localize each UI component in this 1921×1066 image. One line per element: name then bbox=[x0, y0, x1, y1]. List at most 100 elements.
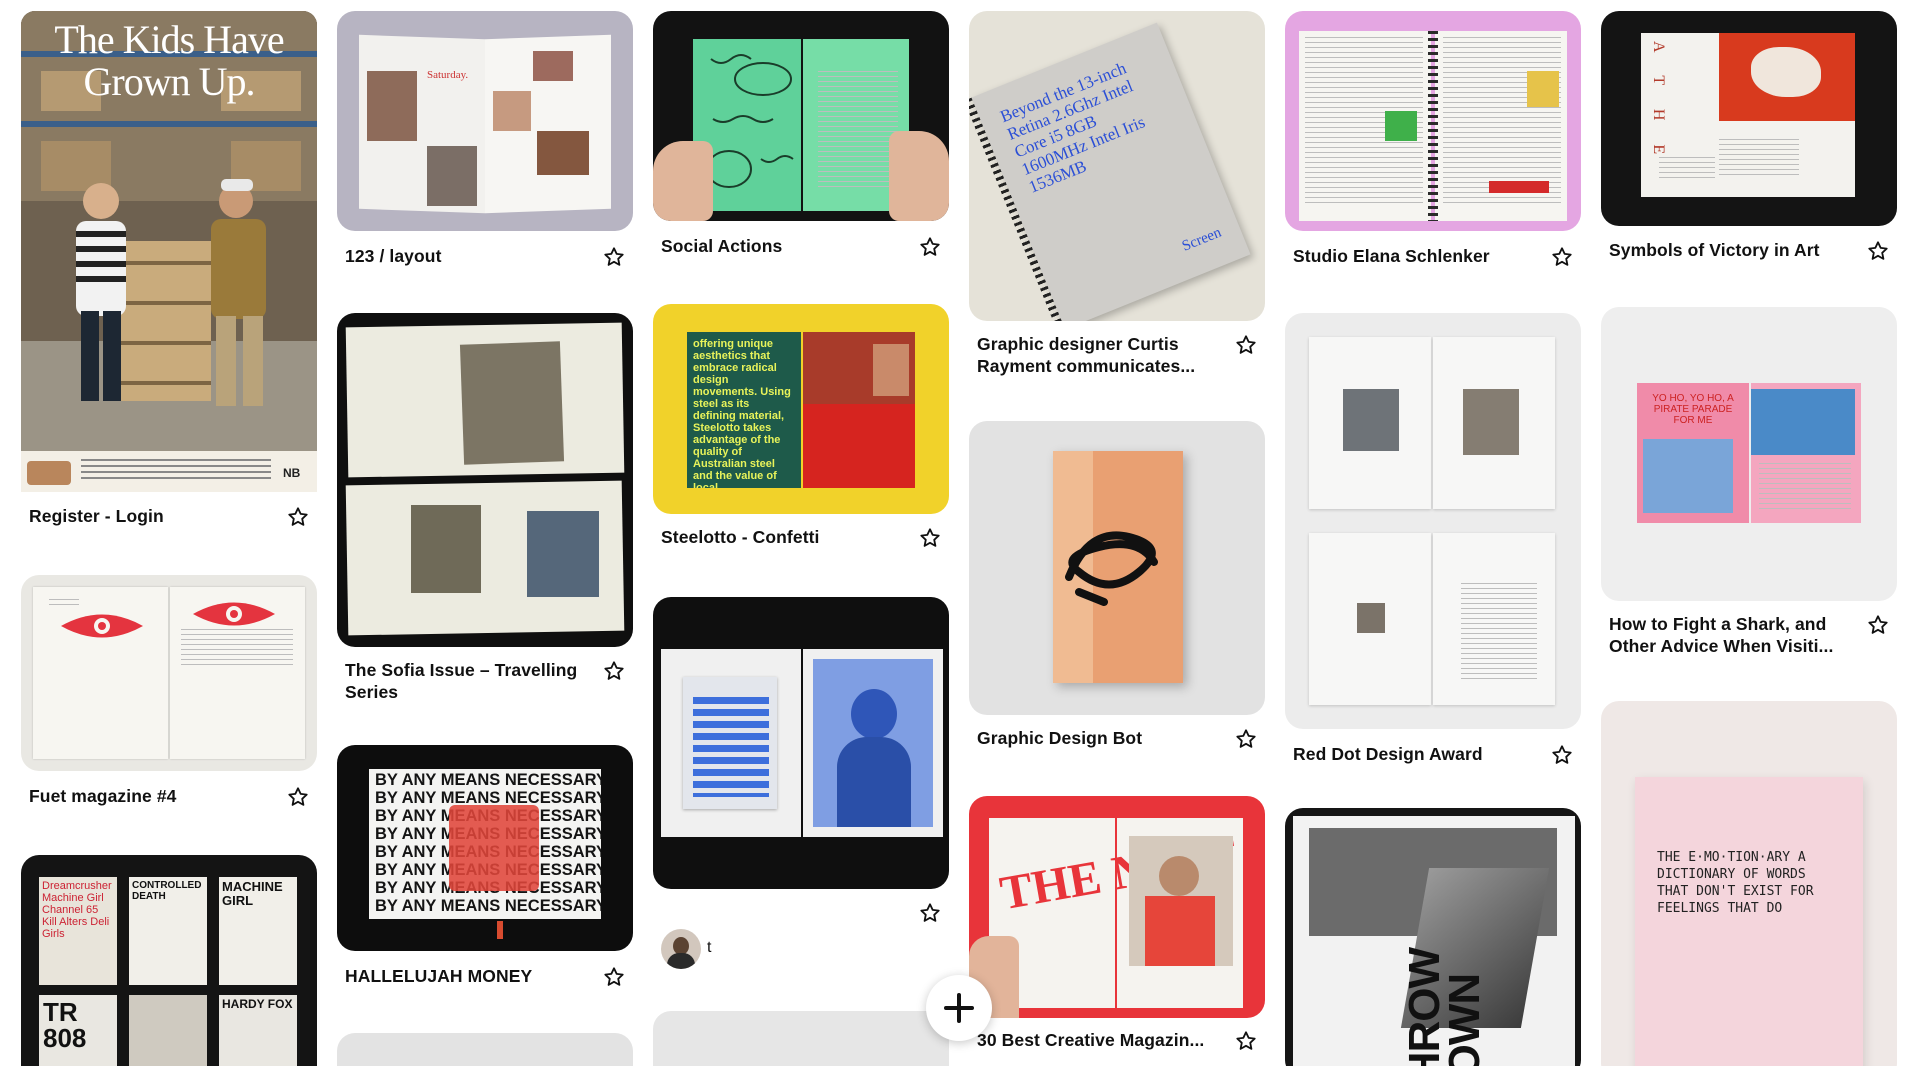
pin-title: The Sofia Issue – Travelling Series bbox=[345, 660, 578, 702]
cover-title: THE E·MO·TION·ARY A DICTIONARY OF WORDS … bbox=[1657, 850, 1814, 916]
star-icon[interactable] bbox=[917, 900, 943, 926]
body-text-block bbox=[1719, 139, 1799, 179]
pin-image[interactable] bbox=[653, 597, 949, 889]
hand bbox=[889, 131, 949, 221]
pin-image[interactable]: THROW DOWN bbox=[1285, 808, 1581, 1066]
star-icon[interactable] bbox=[285, 504, 311, 530]
photo bbox=[533, 51, 573, 81]
pin-title: 30 Best Creative Magazin... bbox=[977, 1030, 1205, 1050]
star-icon[interactable] bbox=[601, 964, 627, 990]
spread-text: YO HO, YO HO, A PIRATE PARADE FOR ME bbox=[1652, 393, 1734, 426]
portrait-head bbox=[1159, 856, 1199, 896]
svg-text:NB: NB bbox=[283, 466, 301, 480]
blue-redactions bbox=[693, 697, 769, 797]
star-icon[interactable] bbox=[917, 234, 943, 260]
body-text-block bbox=[181, 629, 293, 669]
pin-title: 123 / layout bbox=[345, 246, 442, 266]
cover-label: Screen bbox=[1179, 224, 1224, 255]
pin-title: HALLELUJAH MONEY bbox=[345, 966, 533, 986]
scribble-graphic bbox=[1065, 531, 1158, 606]
vertical-letters: A T H E bbox=[1650, 41, 1667, 165]
body-text-block bbox=[1461, 583, 1537, 683]
poster-thumbnail: Dreamcrusher Machine Girl Channel 65 Kil… bbox=[39, 877, 117, 985]
poster-thumbnail: HARDY FOX bbox=[219, 995, 297, 1066]
child-head bbox=[851, 689, 897, 739]
photo bbox=[427, 146, 477, 206]
pin-image[interactable] bbox=[653, 11, 949, 221]
pin-title: Social Actions bbox=[661, 236, 783, 256]
add-pin-button[interactable] bbox=[926, 975, 992, 1041]
photo bbox=[493, 91, 531, 131]
poster-thumbnail: MACHINE GIRL bbox=[219, 877, 297, 985]
spiral-binding bbox=[1428, 31, 1438, 221]
pin-image[interactable]: THE NEST bbox=[969, 796, 1265, 1018]
street-photo bbox=[411, 505, 481, 593]
pin-title: Studio Elana Schlenker bbox=[1293, 246, 1490, 266]
eye-graphic bbox=[61, 614, 143, 638]
poster-thumbnail: TR 808 bbox=[39, 995, 117, 1066]
star-icon[interactable] bbox=[1233, 1028, 1259, 1054]
illustration bbox=[1385, 111, 1417, 141]
ship-illustration bbox=[1751, 389, 1855, 455]
book-cover bbox=[1635, 777, 1863, 1066]
pin-image[interactable] bbox=[337, 1033, 633, 1066]
eye-graphic bbox=[193, 602, 275, 626]
photo bbox=[537, 131, 589, 175]
bookmark-ribbon bbox=[497, 921, 503, 939]
poster-thumbnail: CONTROLLED DEATH bbox=[129, 877, 207, 985]
pin-image[interactable]: Dreamcrusher Machine Girl Channel 65 Kil… bbox=[21, 855, 317, 1066]
pin-image[interactable]: offering unique aesthetics that embrace … bbox=[653, 304, 949, 514]
star-icon[interactable] bbox=[1549, 244, 1575, 270]
highlight bbox=[1489, 181, 1549, 193]
pin-title: Graphic Design Bot bbox=[977, 728, 1143, 748]
spread-title: Saturday. bbox=[427, 69, 469, 81]
handwriting bbox=[706, 54, 794, 188]
pin-image[interactable] bbox=[1285, 313, 1581, 729]
illustration bbox=[1643, 439, 1733, 513]
repeated-line: BY ANY MEANS NECESSARY bbox=[375, 771, 601, 789]
star-icon[interactable] bbox=[1233, 332, 1259, 358]
pin-title: Fuet magazine #4 bbox=[29, 786, 177, 806]
star-icon[interactable] bbox=[601, 244, 627, 270]
body-text-block bbox=[1659, 157, 1715, 179]
pin-image[interactable]: BY ANY MEANS NECESSARY BY ANY MEANS NECE… bbox=[337, 745, 633, 951]
pin-board: NB The Kids Have Grown Up. Register - Lo… bbox=[0, 0, 1921, 1066]
headline: THROW DOWN bbox=[1400, 948, 1489, 1066]
body-text-block bbox=[1759, 463, 1851, 513]
red-illustration bbox=[449, 805, 539, 891]
star-icon[interactable] bbox=[1865, 612, 1891, 638]
pin-image[interactable]: Saturday. bbox=[337, 11, 633, 231]
star-icon[interactable] bbox=[601, 658, 627, 684]
pin-image[interactable]: YO HO, YO HO, A PIRATE PARADE FOR ME bbox=[1601, 307, 1897, 601]
pin-image[interactable]: Beyond the 13-inch Retina 2.6Ghz Intel C… bbox=[969, 11, 1265, 321]
portrait-body bbox=[1145, 896, 1215, 966]
pin-image[interactable] bbox=[969, 421, 1265, 715]
red-floor bbox=[803, 404, 915, 488]
pin-image[interactable] bbox=[653, 1011, 949, 1066]
pin-image[interactable]: THE E·MO·TION·ARY A DICTIONARY OF WORDS … bbox=[1601, 701, 1897, 1066]
green-page: offering unique aesthetics that embrace … bbox=[687, 332, 801, 488]
pin-image[interactable]: A T H E bbox=[1601, 11, 1897, 226]
pin-image[interactable] bbox=[21, 575, 317, 771]
pin-title: Red Dot Design Award bbox=[1293, 744, 1483, 764]
pin-image[interactable]: NB The Kids Have Grown Up. bbox=[21, 11, 317, 492]
aerial-photo bbox=[1463, 389, 1519, 455]
pin-title: Graphic designer Curtis Rayment communic… bbox=[977, 334, 1196, 376]
star-icon[interactable] bbox=[1865, 238, 1891, 264]
star-icon[interactable] bbox=[1549, 742, 1575, 768]
star-icon[interactable] bbox=[285, 784, 311, 810]
star-icon[interactable] bbox=[1233, 726, 1259, 752]
street-photo bbox=[527, 511, 599, 597]
small-photo bbox=[1357, 603, 1385, 633]
cover-text: Beyond the 13-inch Retina 2.6Ghz Intel C… bbox=[997, 58, 1148, 197]
user-name[interactable]: t bbox=[707, 939, 711, 957]
star-icon[interactable] bbox=[917, 525, 943, 551]
caption-text bbox=[49, 599, 79, 609]
pin-title: Steelotto - Confetti bbox=[661, 527, 820, 547]
pin-image[interactable] bbox=[1285, 11, 1581, 231]
pin-image[interactable] bbox=[337, 313, 633, 647]
child-body bbox=[837, 737, 911, 827]
avatar[interactable] bbox=[661, 929, 701, 969]
pin-title: How to Fight a Shark, and Other Advice W… bbox=[1609, 614, 1834, 656]
photo bbox=[873, 344, 909, 396]
